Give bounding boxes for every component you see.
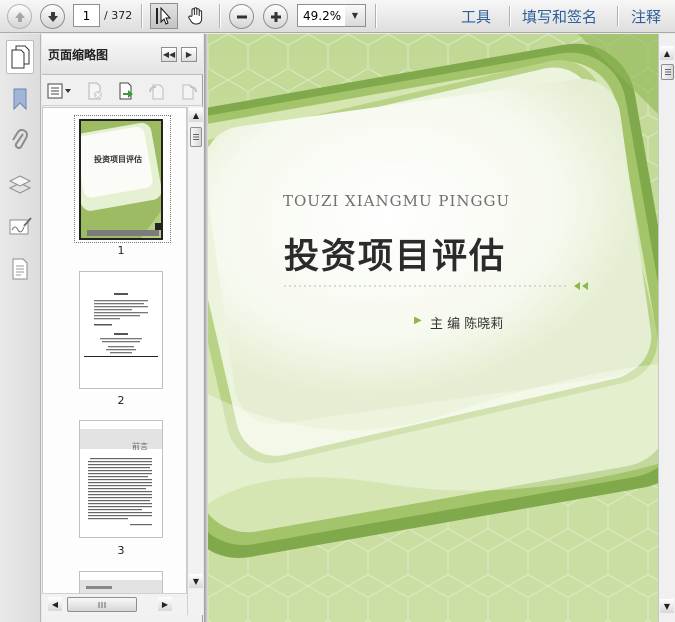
thumbnail-page-1[interactable]: 投资项目评估 [79, 119, 163, 240]
thumbnail-heading-bar [86, 586, 112, 589]
bookmarks-nav-button[interactable] [7, 86, 33, 112]
toolbar-divider [375, 4, 376, 28]
rotate-right-icon [182, 84, 197, 100]
fill-sign-menu[interactable]: 填写和签名 [522, 6, 597, 27]
hand-icon [188, 7, 203, 25]
zoom-level-input[interactable]: 49.2% [297, 4, 346, 27]
arrow-up-icon [14, 11, 25, 22]
grip-icon [193, 134, 199, 140]
grip-icon [98, 601, 106, 608]
thumbnail-page-number: 2 [117, 394, 125, 407]
previous-page-button[interactable] [7, 4, 32, 29]
expand-panel-button[interactable]: ▶ [181, 47, 197, 62]
navigation-rail [0, 34, 41, 622]
page-total-label: / 372 [104, 9, 133, 22]
cover-thumbnail-art [81, 121, 161, 238]
signature-icon [9, 217, 32, 235]
cover-author: 主 编 陈晓莉 [430, 317, 504, 332]
scroll-thumb[interactable] [661, 64, 674, 80]
options-menu-button[interactable] [46, 81, 74, 101]
zoom-dropdown-button[interactable]: ▼ [345, 4, 366, 27]
list-options-icon [47, 83, 71, 99]
rotate-left-icon [149, 84, 164, 100]
thumbnail-tools [42, 76, 203, 106]
thumbnail-cover-title: 投资项目评估 [94, 155, 142, 164]
select-tool-button[interactable] [150, 3, 178, 29]
page-thumbnails-nav-button[interactable] [6, 40, 34, 74]
thumbnail-page-2[interactable] [79, 271, 163, 389]
zoom-in-button[interactable] [263, 4, 288, 29]
toolbar: 1 / 372 49.2% ▼ 工具 填写和签名 注释 [0, 0, 675, 33]
page-number-input[interactable]: 1 [73, 4, 100, 27]
toolbar-divider [141, 4, 142, 28]
thumbnail-horizontal-scrollbar[interactable]: ◀ ▶ [42, 593, 187, 615]
triangle-bullet-icon: ▶ [414, 315, 422, 326]
toolbar-divider [509, 6, 510, 26]
thumbnail-page-3[interactable]: 前言 [79, 420, 163, 538]
thumbnail-list: 投资项目评估 1 2 前言 3 [42, 107, 187, 615]
scroll-up-icon[interactable]: ▲ [189, 108, 203, 122]
insert-page-icon [119, 82, 133, 100]
text-page-thumbnail-art [84, 293, 158, 357]
delete-pages-button[interactable] [85, 81, 105, 101]
chevron-down-icon: ▼ [351, 11, 359, 20]
document-vertical-scrollbar[interactable]: ▲ ▼ [658, 34, 675, 622]
cover-title: 投资项目评估 [284, 237, 507, 277]
next-page-button[interactable] [40, 4, 65, 29]
rotate-cw-button[interactable] [179, 81, 199, 101]
content-nav-button[interactable] [7, 256, 33, 282]
scroll-left-icon[interactable]: ◀ [48, 597, 62, 611]
panel-header: 页面缩略图 ◀◀ ▶ [42, 34, 203, 75]
book-cover-page: TOUZI XIANGMU PINGGU 投资项目评估 ▶ 主 编 陈晓莉 [208, 34, 658, 622]
hand-tool-button[interactable] [183, 3, 209, 29]
double-chevron-left-icon: ◀◀ [162, 50, 176, 59]
document-view[interactable]: TOUZI XIANGMU PINGGU 投资项目评估 ▶ 主 编 陈晓莉 ▲ … [204, 34, 675, 622]
minus-icon [236, 15, 247, 18]
thumbnail-page-number: 1 [117, 244, 125, 257]
scroll-up-icon[interactable]: ▲ [660, 46, 674, 60]
cursor-icon [156, 6, 172, 25]
grip-icon [664, 69, 671, 75]
document-icon [12, 258, 28, 280]
thumbnail-preface-heading: 前言 [132, 442, 148, 451]
layers-icon [8, 175, 32, 194]
insert-pages-button[interactable] [116, 81, 136, 101]
comment-menu[interactable]: 注释 [631, 6, 661, 27]
cover-subtitle: TOUZI XIANGMU PINGGU [283, 192, 511, 210]
paperclip-icon [12, 129, 28, 149]
layers-nav-button[interactable] [7, 171, 33, 197]
bookmark-icon [13, 88, 27, 110]
scroll-thumb[interactable] [190, 127, 202, 147]
arrow-down-icon [47, 11, 58, 22]
pages-icon [11, 45, 30, 69]
panel-title: 页面缩略图 [48, 48, 109, 62]
toolbar-divider [617, 6, 618, 26]
scroll-down-icon[interactable]: ▼ [660, 599, 674, 613]
collapse-panel-button[interactable]: ◀◀ [161, 47, 177, 62]
scroll-right-icon[interactable]: ▶ [158, 597, 172, 611]
toolbar-divider [219, 4, 220, 28]
chevron-right-icon: ▶ [185, 50, 193, 59]
scroll-thumb[interactable] [67, 597, 137, 612]
thumbnail-page-number: 3 [117, 544, 125, 557]
thumbnails-panel: 页面缩略图 ◀◀ ▶ 投资项目评估 1 2 前言 3 ▲ ▼ ◀ ▶ [42, 34, 203, 622]
thumbnail-vertical-scrollbar[interactable]: ▲ ▼ [187, 107, 203, 615]
tools-menu[interactable]: 工具 [461, 6, 491, 27]
pdf-reader-window: 1 / 372 49.2% ▼ 工具 填写和签名 注释 页面缩略图 ◀◀ ▶ 投… [0, 0, 675, 622]
plus-icon [270, 11, 281, 22]
scroll-down-icon[interactable]: ▼ [189, 574, 203, 588]
signatures-nav-button[interactable] [7, 214, 33, 240]
rotate-ccw-button[interactable] [147, 81, 167, 101]
delete-page-icon [88, 82, 102, 100]
zoom-out-button[interactable] [229, 4, 254, 29]
preface-thumbnail-art [80, 429, 162, 526]
attachments-nav-button[interactable] [7, 128, 33, 154]
